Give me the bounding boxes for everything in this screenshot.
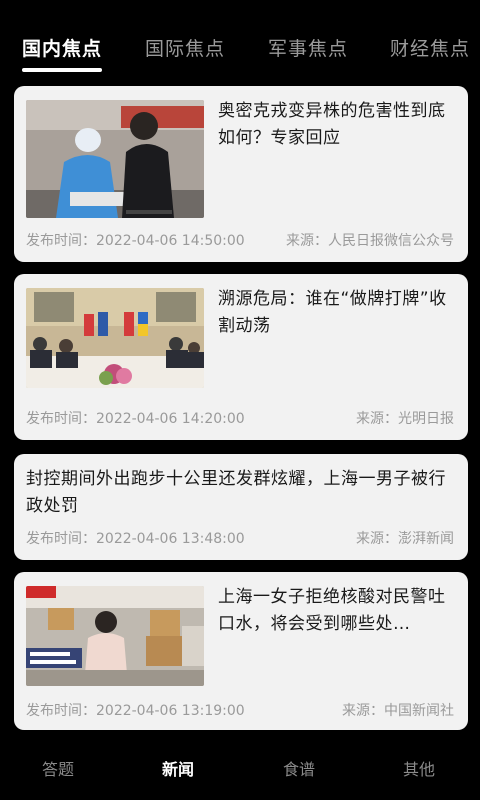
news-source: 来源：澎湃新闻 xyxy=(356,531,454,547)
news-page: 国内焦点 国际焦点 军事焦点 财经焦点 奥密克戎变异株的危害性到底如何？专家回应… xyxy=(0,0,480,800)
tab-domestic-focus[interactable]: 国内焦点 xyxy=(22,34,102,61)
news-title: 溯源危局：谁在“做牌打牌”收割动荡 xyxy=(218,289,447,336)
news-publish-time: 发布时间：2022-04-06 13:19:00 xyxy=(26,703,245,719)
bottom-navigation: 答题 新闻 食谱 其他 xyxy=(0,734,480,800)
news-card[interactable]: 上海一女子拒绝核酸对民警吐口水，将会受到哪些处… 发布时间：2022-04-06… xyxy=(14,572,468,730)
news-publish-time: 发布时间：2022-04-06 13:48:00 xyxy=(26,531,245,547)
tab-international-focus[interactable]: 国际焦点 xyxy=(145,34,225,61)
nav-other[interactable]: 其他 xyxy=(403,756,435,780)
news-title: 上海一女子拒绝核酸对民警吐口水，将会受到哪些处… xyxy=(218,587,446,634)
news-thumbnail xyxy=(26,288,204,388)
nav-recipes[interactable]: 食谱 xyxy=(283,756,315,780)
news-thumbnail xyxy=(26,586,204,686)
news-source: 来源：人民日报微信公众号 xyxy=(286,233,454,249)
news-publish-time: 发布时间：2022-04-06 14:50:00 xyxy=(26,233,245,249)
tab-military-focus[interactable]: 军事焦点 xyxy=(268,34,348,61)
news-card[interactable]: 封控期间外出跑步十公里还发群炫耀，上海一男子被行政处罚 发布时间：2022-04… xyxy=(14,454,468,560)
news-card[interactable]: 溯源危局：谁在“做牌打牌”收割动荡 发布时间：2022-04-06 14:20:… xyxy=(14,274,468,440)
tab-finance-focus[interactable]: 财经焦点 xyxy=(390,34,470,61)
nav-quiz[interactable]: 答题 xyxy=(42,756,74,780)
news-thumbnail xyxy=(26,100,204,218)
news-publish-time: 发布时间：2022-04-06 14:20:00 xyxy=(26,411,245,427)
active-tab-indicator xyxy=(22,68,102,72)
news-source: 来源：中国新闻社 xyxy=(342,703,454,719)
category-tabs: 国内焦点 国际焦点 军事焦点 财经焦点 xyxy=(0,28,480,76)
news-title: 奥密克戎变异株的危害性到底如何？专家回应 xyxy=(218,101,446,148)
news-card[interactable]: 奥密克戎变异株的危害性到底如何？专家回应 发布时间：2022-04-06 14:… xyxy=(14,86,468,262)
news-title: 封控期间外出跑步十公里还发群炫耀，上海一男子被行政处罚 xyxy=(26,469,446,516)
news-source: 来源：光明日报 xyxy=(356,411,454,427)
nav-news[interactable]: 新闻 xyxy=(162,756,194,780)
